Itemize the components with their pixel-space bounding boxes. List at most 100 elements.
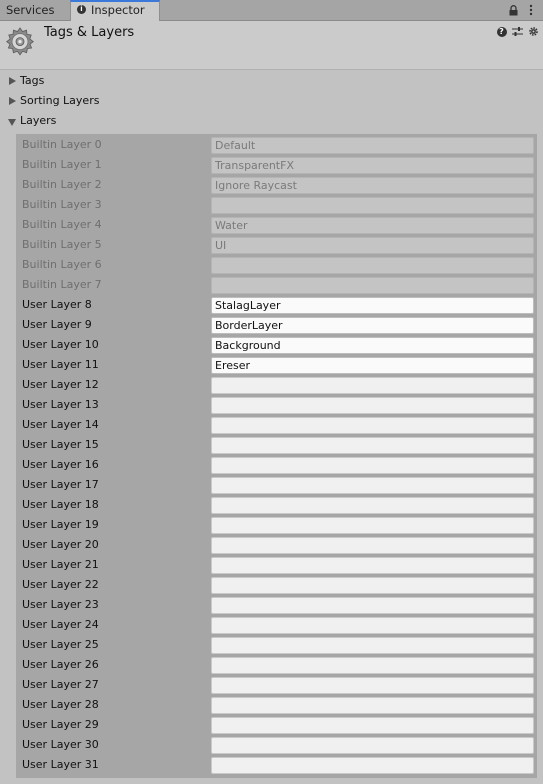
layer-row: User Layer 16 — [16, 455, 537, 475]
layer-row: Builtin Layer 0 Default — [16, 135, 537, 155]
lock-icon[interactable] — [507, 3, 519, 17]
layer-label: Builtin Layer 0 — [22, 138, 102, 151]
gear-icon — [4, 26, 36, 58]
layer-name-field: TransparentFX — [211, 157, 534, 174]
layer-name-field[interactable]: StalagLayer — [211, 297, 534, 314]
layer-name-field[interactable] — [211, 577, 534, 594]
layer-label: Builtin Layer 3 — [22, 198, 102, 211]
layer-label: User Layer 14 — [22, 418, 99, 431]
header-actions: ? — [496, 26, 539, 37]
tab-inspector-label: Inspector — [91, 3, 145, 17]
layer-row: User Layer 25 — [16, 635, 537, 655]
layer-row: User Layer 10 Background — [16, 335, 537, 355]
layer-name-field[interactable] — [211, 677, 534, 694]
layer-label: User Layer 22 — [22, 578, 99, 591]
layer-label: User Layer 13 — [22, 398, 99, 411]
tab-services[interactable]: Services — [0, 0, 66, 20]
layer-row: User Layer 30 — [16, 735, 537, 755]
layer-row: User Layer 31 — [16, 755, 537, 775]
layer-name-field[interactable] — [211, 437, 534, 454]
layer-label: User Layer 15 — [22, 438, 99, 451]
layer-name-field — [211, 197, 534, 214]
layer-label: User Layer 23 — [22, 598, 99, 611]
layer-name-field[interactable] — [211, 417, 534, 434]
layer-name-field[interactable] — [211, 637, 534, 654]
layer-name-field[interactable] — [211, 537, 534, 554]
layer-name-field[interactable] — [211, 557, 534, 574]
layer-name-field[interactable] — [211, 697, 534, 714]
layer-name-field[interactable] — [211, 597, 534, 614]
layer-name-field: UI — [211, 237, 534, 254]
tab-actions — [507, 2, 537, 18]
layer-label: User Layer 27 — [22, 678, 99, 691]
layer-label: User Layer 9 — [22, 318, 92, 331]
layer-name-field[interactable] — [211, 497, 534, 514]
layer-row: Builtin Layer 1 TransparentFX — [16, 155, 537, 175]
layer-label: Builtin Layer 2 — [22, 178, 102, 191]
layer-name-field[interactable] — [211, 717, 534, 734]
layer-name-field[interactable]: Background — [211, 337, 534, 354]
layer-row: Builtin Layer 4 Water — [16, 215, 537, 235]
layer-name-field[interactable] — [211, 737, 534, 754]
layer-row: User Layer 18 — [16, 495, 537, 515]
layer-row: Builtin Layer 2 Ignore Raycast — [16, 175, 537, 195]
tab-services-label: Services — [6, 3, 55, 17]
layer-label: Builtin Layer 1 — [22, 158, 102, 171]
layer-name-field — [211, 257, 534, 274]
layer-row: User Layer 22 — [16, 575, 537, 595]
kebab-menu-icon[interactable] — [525, 3, 537, 17]
layer-name-field[interactable] — [211, 397, 534, 414]
layer-row: User Layer 12 — [16, 375, 537, 395]
layer-name-field — [211, 277, 534, 294]
layer-label: User Layer 12 — [22, 378, 99, 391]
layer-row: User Layer 8 StalagLayer — [16, 295, 537, 315]
layer-row: User Layer 19 — [16, 515, 537, 535]
layer-label: User Layer 10 — [22, 338, 99, 351]
layer-row: User Layer 13 — [16, 395, 537, 415]
layer-label: User Layer 18 — [22, 498, 99, 511]
layer-label: User Layer 20 — [22, 538, 99, 551]
tab-inspector[interactable]: i Inspector — [70, 0, 160, 21]
layer-row: User Layer 28 — [16, 695, 537, 715]
help-icon[interactable]: ? — [496, 26, 507, 37]
layer-label: User Layer 30 — [22, 738, 99, 751]
layer-name-field: Ignore Raycast — [211, 177, 534, 194]
sliders-icon[interactable] — [512, 26, 523, 37]
layer-name-field[interactable] — [211, 477, 534, 494]
layer-name-field[interactable] — [211, 517, 534, 534]
foldout-tags-label: Tags — [20, 74, 45, 87]
layer-label: Builtin Layer 7 — [22, 278, 102, 291]
layer-name-field[interactable]: Ereser — [211, 357, 534, 374]
layer-label: User Layer 31 — [22, 758, 99, 771]
tab-bar: Services i Inspector — [0, 0, 543, 21]
layer-label: User Layer 19 — [22, 518, 99, 531]
page-title: Tags & Layers — [44, 25, 135, 40]
info-icon: i — [77, 5, 86, 14]
inspector-header: Tags & Layers ? — [0, 21, 543, 70]
foldout-sorting-layers[interactable]: Sorting Layers — [0, 91, 543, 111]
layer-row: Builtin Layer 3 — [16, 195, 537, 215]
layer-row: User Layer 15 — [16, 435, 537, 455]
layer-name-field[interactable] — [211, 757, 534, 774]
layer-row: User Layer 24 — [16, 615, 537, 635]
layer-name-field: Water — [211, 217, 534, 234]
layer-label: User Layer 25 — [22, 638, 99, 651]
foldout-layers[interactable]: Layers — [0, 111, 543, 131]
layer-label: User Layer 17 — [22, 478, 99, 491]
foldout-tags[interactable]: Tags — [0, 71, 543, 91]
chevron-down-icon — [8, 119, 16, 126]
settings-icon[interactable] — [528, 26, 539, 37]
layer-name-field[interactable] — [211, 457, 534, 474]
layer-name-field[interactable] — [211, 617, 534, 634]
layer-row: User Layer 29 — [16, 715, 537, 735]
layer-row: User Layer 21 — [16, 555, 537, 575]
layer-name-field[interactable] — [211, 377, 534, 394]
layer-name-field[interactable]: BorderLayer — [211, 317, 534, 334]
layer-label: Builtin Layer 6 — [22, 258, 102, 271]
foldout-layers-label: Layers — [20, 114, 57, 127]
layer-row: User Layer 20 — [16, 535, 537, 555]
layer-row: Builtin Layer 6 — [16, 255, 537, 275]
layer-row: Builtin Layer 7 — [16, 275, 537, 295]
layer-label: User Layer 11 — [22, 358, 99, 371]
layer-name-field[interactable] — [211, 657, 534, 674]
